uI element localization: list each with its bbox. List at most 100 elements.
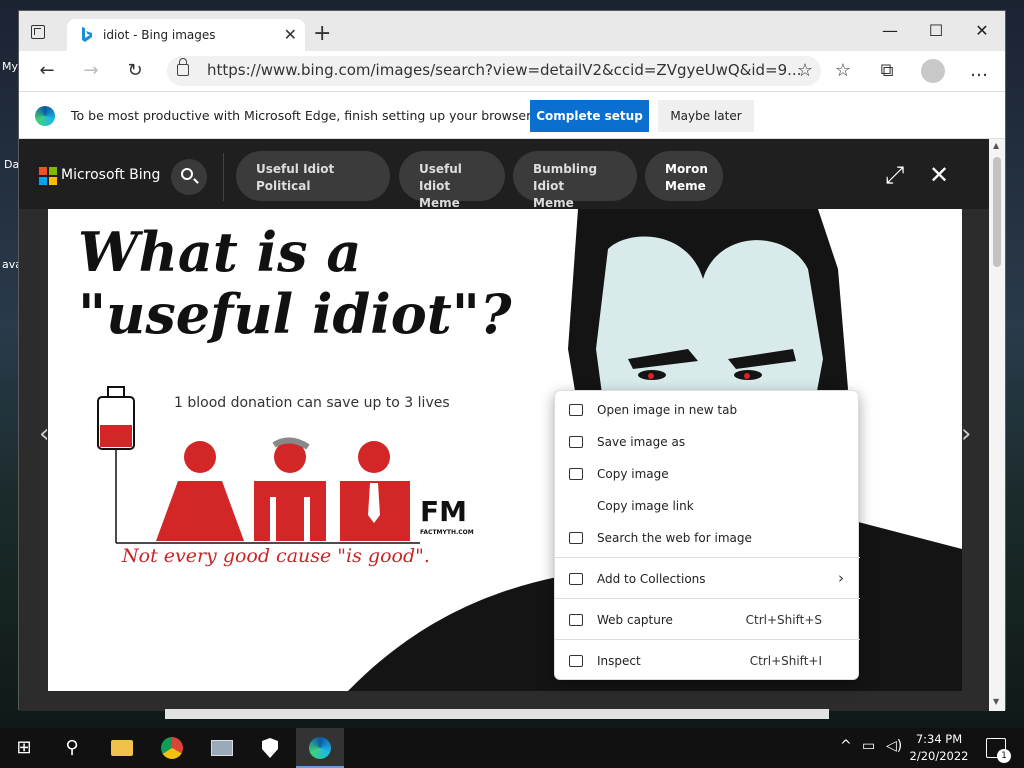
maximize-button[interactable]: ☐ <box>913 17 959 45</box>
tray-chevron-icon[interactable]: ^ <box>840 738 852 754</box>
menu-item-label: Copy image <box>597 467 669 481</box>
menu-item-label: Copy image link <box>597 499 694 513</box>
vertical-scrollbar[interactable]: ▲ ▼ <box>989 139 1005 711</box>
bing-favicon-icon <box>82 27 92 42</box>
expand-icon[interactable]: ⤢ <box>885 161 904 189</box>
navigation-toolbar: ← → ↻ https://www.bing.com/images/search… <box>19 51 1005 91</box>
tab-title: idiot - Bing images <box>103 28 216 42</box>
menu-item-copy-image-link[interactable]: Copy image link <box>555 490 860 522</box>
copy-image-icon <box>569 468 583 480</box>
profile-avatar[interactable] <box>921 59 945 83</box>
save-image-icon <box>569 436 583 448</box>
refresh-button[interactable]: ↻ <box>123 59 147 83</box>
menu-item-open-image-new-tab[interactable]: Open image in new tab <box>555 394 860 426</box>
more-options-icon[interactable]: … <box>967 59 991 83</box>
forward-button[interactable]: → <box>79 59 103 83</box>
start-button[interactable]: ⊞ <box>0 728 48 768</box>
desktop-icon-label[interactable]: My <box>2 60 18 73</box>
clock-time: 7:34 PM <box>915 732 963 746</box>
menu-item-shortcut: Ctrl+Shift+I <box>749 654 822 668</box>
notifications-icon[interactable]: 1 <box>986 738 1011 763</box>
taskbar: ⊞ ⚲ ^ ▭ ◁) 7:34 PM 2/20/2022 1 <box>0 728 1024 768</box>
new-tab-button[interactable]: + <box>313 21 331 46</box>
network-app-icon[interactable] <box>198 728 246 768</box>
tab-close-icon[interactable]: ✕ <box>284 25 297 44</box>
add-favorite-icon[interactable]: ☆ <box>797 60 813 81</box>
related-search-chip[interactable]: Useful Idiot Meme <box>399 151 505 210</box>
scroll-up-icon[interactable]: ▲ <box>993 141 999 150</box>
menu-item-shortcut: Ctrl+Shift+S <box>745 613 822 627</box>
tab-actions-icon[interactable] <box>31 25 45 39</box>
infobar-message: To be most productive with Microsoft Edg… <box>71 108 535 123</box>
visual-search-icon <box>569 532 583 544</box>
system-clock[interactable]: 7:34 PM 2/20/2022 <box>908 731 970 765</box>
security-shield-icon[interactable] <box>246 728 294 768</box>
inspect-icon <box>569 655 583 667</box>
search-button[interactable] <box>171 159 207 195</box>
previous-image-icon[interactable]: ‹ <box>39 419 49 449</box>
related-search-chip[interactable]: Moron Meme <box>645 151 723 201</box>
lock-icon[interactable] <box>177 58 189 76</box>
microsoft-logo-icon[interactable] <box>39 167 57 185</box>
image-headline: What is a "useful idiot"? <box>78 221 511 345</box>
maybe-later-button[interactable]: Maybe later <box>658 100 754 132</box>
menu-item-search-web-for-image[interactable]: Search the web for image <box>555 522 860 554</box>
chip-label: Moron <box>665 162 708 176</box>
favorites-icon[interactable]: ☆ <box>831 59 855 83</box>
menu-item-inspect[interactable]: Inspect Ctrl+Shift+I <box>555 645 860 677</box>
web-capture-icon <box>569 614 583 626</box>
chrome-icon[interactable] <box>148 728 196 768</box>
collections-icon[interactable]: ⧉ <box>875 59 899 83</box>
menu-item-label: Save image as <box>597 435 686 449</box>
related-search-chip[interactable]: Useful Idiot Political <box>236 151 390 201</box>
minimize-button[interactable]: — <box>867 17 913 45</box>
network-icon[interactable]: ▭ <box>862 738 875 754</box>
tab-active[interactable]: idiot - Bing images ✕ <box>67 19 305 51</box>
scrollbar-thumb[interactable] <box>993 157 1001 267</box>
menu-item-add-to-collections[interactable]: Add to Collections › <box>555 563 860 595</box>
menu-separator <box>555 557 860 558</box>
menu-item-label: Search the web for image <box>597 531 752 545</box>
tab-bar: idiot - Bing images ✕ + — ☐ ✕ <box>19 11 1005 51</box>
edge-logo-icon <box>35 106 55 126</box>
window-close-button[interactable]: ✕ <box>959 17 1005 45</box>
clock-date: 2/20/2022 <box>909 749 969 763</box>
factmyth-site: FACTMYTH.COM <box>420 529 474 536</box>
menu-separator <box>555 598 860 599</box>
notification-count-badge: 1 <box>997 749 1011 763</box>
volume-icon[interactable]: ◁) <box>886 738 902 754</box>
blood-donation-illustration <box>97 386 420 544</box>
setup-infobar: To be most productive with Microsoft Edg… <box>19 91 1005 139</box>
header-divider <box>223 153 224 201</box>
menu-item-save-image-as[interactable]: Save image as <box>555 426 860 458</box>
close-viewer-icon[interactable]: ✕ <box>929 161 949 189</box>
edge-taskbar-icon[interactable] <box>296 728 344 768</box>
file-explorer-icon[interactable] <box>98 728 146 768</box>
back-button[interactable]: ← <box>35 59 59 83</box>
complete-setup-button[interactable]: Complete setup <box>530 100 649 132</box>
desktop-icon-label[interactable]: Da <box>4 158 19 171</box>
related-search-chip[interactable]: Bumbling Idiot Meme <box>513 151 637 210</box>
chip-label: Useful Idiot <box>419 162 462 193</box>
open-new-tab-icon <box>569 404 583 416</box>
image-context-menu: Open image in new tab Save image as Copy… <box>554 390 860 680</box>
chip-label: Useful Idiot Political <box>256 162 335 193</box>
scroll-down-icon[interactable]: ▼ <box>993 697 999 706</box>
menu-item-copy-image[interactable]: Copy image <box>555 458 860 490</box>
factmyth-logo: FM <box>420 495 467 528</box>
image-tagline: Not every good cause "is good". <box>122 545 430 567</box>
search-icon[interactable]: ⚲ <box>48 728 96 768</box>
page-bottom-strip <box>165 709 829 719</box>
bing-header: Microsoft Bing Useful Idiot Political Us… <box>19 139 989 210</box>
next-image-icon[interactable]: › <box>961 419 971 449</box>
bing-brand[interactable]: Microsoft Bing <box>61 167 160 183</box>
address-bar[interactable]: https://www.bing.com/images/search?view=… <box>167 56 821 86</box>
search-icon <box>181 168 193 180</box>
menu-item-label: Add to Collections <box>597 572 706 586</box>
menu-item-web-capture[interactable]: Web capture Ctrl+Shift+S <box>555 604 860 636</box>
submenu-chevron-icon: › <box>838 569 844 587</box>
collections-icon <box>569 573 583 585</box>
menu-separator <box>555 639 860 640</box>
chip-label: Meme <box>665 179 706 193</box>
url-text[interactable]: https://www.bing.com/images/search?view=… <box>207 61 801 79</box>
